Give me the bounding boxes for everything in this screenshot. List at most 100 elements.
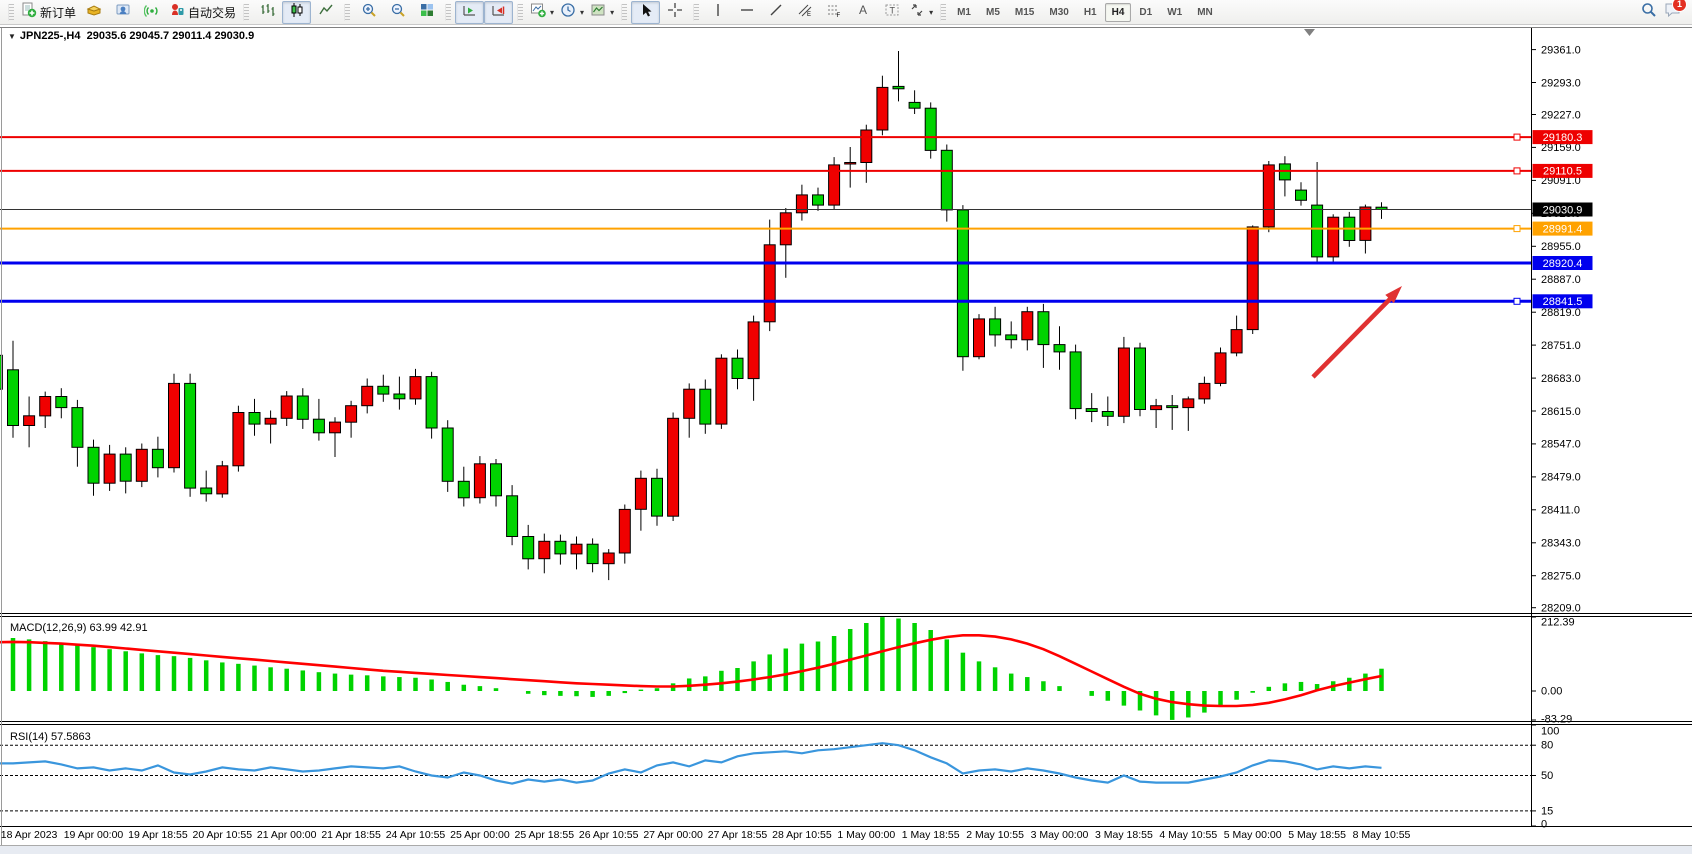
toolbar-grip[interactable] <box>693 4 699 21</box>
svg-text:F: F <box>836 13 840 18</box>
trendline-button[interactable] <box>761 1 790 24</box>
metaeditor-button[interactable] <box>79 1 108 24</box>
text-button[interactable]: A <box>848 1 877 24</box>
line-handle[interactable] <box>1514 298 1520 304</box>
price-tick-label: 28547.0 <box>1541 439 1581 451</box>
auto-scroll-button[interactable] <box>455 1 484 24</box>
rsi-scale-label: 15 <box>1541 805 1553 817</box>
price-tick-label: 28479.0 <box>1541 472 1581 484</box>
price-tick-label: 29293.0 <box>1541 77 1581 89</box>
svg-text:28991.4: 28991.4 <box>1543 223 1583 235</box>
notifications-button[interactable]: 1 <box>1663 1 1682 24</box>
timeframe-button-H1[interactable]: H1 <box>1077 3 1104 22</box>
svg-text:28920.4: 28920.4 <box>1543 258 1583 270</box>
timeframe-button-W1[interactable]: W1 <box>1160 3 1189 22</box>
candle <box>1328 214 1339 264</box>
svg-text:E: E <box>807 12 811 18</box>
timeframe-button-M30[interactable]: M30 <box>1042 3 1075 22</box>
time-axis-label: 28 Apr 10:55 <box>772 829 832 841</box>
templates-button[interactable]: ▾ <box>587 1 617 24</box>
auto-trading-button[interactable]: 自动交易 <box>166 1 239 24</box>
new-order-icon <box>21 2 37 23</box>
zoom-in-button[interactable] <box>354 1 383 24</box>
macd-scale-label: 0.00 <box>1541 686 1562 698</box>
toolbar-grip[interactable] <box>445 4 451 21</box>
rsi-scale-label: 50 <box>1541 770 1553 782</box>
price-tick-label: 28887.0 <box>1541 274 1581 286</box>
candle <box>716 354 727 429</box>
metaeditor-icon <box>86 2 102 23</box>
periods-button[interactable]: ▾ <box>557 1 587 24</box>
text-label-button[interactable]: T <box>877 1 906 24</box>
price-tick-label: 28955.0 <box>1541 241 1581 253</box>
fibonacci-button[interactable]: F <box>819 1 848 24</box>
chart-menu-icon[interactable]: ▼ <box>8 32 16 41</box>
line-handle[interactable] <box>1514 168 1520 174</box>
text-icon: A <box>855 2 871 23</box>
timeframe-button-M5[interactable]: M5 <box>979 3 1007 22</box>
timeframe-button-H4[interactable]: H4 <box>1105 3 1132 22</box>
zoom-out-button[interactable] <box>383 1 412 24</box>
equidistant-channel-button[interactable]: E <box>790 1 819 24</box>
toolbar-grip[interactable] <box>243 4 249 21</box>
timeframe-toolbar: M1M5M15M30H1H4D1W1MN <box>950 3 1220 22</box>
search-button[interactable] <box>1634 1 1663 24</box>
bar-chart-button[interactable] <box>253 1 282 24</box>
price-chart[interactable]: 29361.029293.029227.029159.029091.029023… <box>0 25 1692 854</box>
candle <box>668 413 679 522</box>
svg-text:A: A <box>859 3 867 17</box>
candlestick-chart-button[interactable] <box>282 1 311 24</box>
price-tick-label: 28751.0 <box>1541 340 1581 352</box>
toolbar-grip[interactable] <box>940 4 946 21</box>
periods-icon <box>560 2 576 23</box>
line-handle[interactable] <box>1514 134 1520 140</box>
candlestick-chart-icon <box>289 2 305 23</box>
chart-window[interactable]: 29361.029293.029227.029159.029091.029023… <box>0 25 1692 854</box>
arrows-button[interactable]: ▾ <box>906 1 936 24</box>
candle <box>442 420 453 492</box>
time-axis-label: 2 May 10:55 <box>966 829 1024 841</box>
chart-symbol: JPN225-,H4 <box>20 30 81 42</box>
line-chart-button[interactable] <box>311 1 340 24</box>
zoom-out-icon <box>390 2 406 23</box>
search-icon <box>1640 1 1657 23</box>
svg-text:29180.3: 29180.3 <box>1543 132 1583 144</box>
time-axis-label: 5 May 00:00 <box>1224 829 1282 841</box>
toolbar-grip[interactable] <box>344 4 350 21</box>
new-order-button[interactable]: 新订单 <box>18 1 79 24</box>
candle <box>233 406 244 472</box>
candle <box>169 374 180 473</box>
time-axis-label: 25 Apr 00:00 <box>450 829 510 841</box>
toolbar-grip[interactable] <box>517 4 523 21</box>
chart-shift-button[interactable] <box>484 1 513 24</box>
time-axis-label: 19 Apr 18:55 <box>128 829 188 841</box>
timeframe-button-M1[interactable]: M1 <box>950 3 978 22</box>
line-handle[interactable] <box>1514 226 1520 232</box>
toolbar-grip[interactable] <box>621 4 627 21</box>
timeframe-button-MN[interactable]: MN <box>1190 3 1220 22</box>
cursor-button[interactable] <box>631 1 660 24</box>
signals-button[interactable] <box>137 1 166 24</box>
chevron-down-icon: ▾ <box>929 8 933 17</box>
candle <box>957 205 968 371</box>
rsi-label: RSI(14) 57.5863 <box>10 731 91 743</box>
rsi-scale-label: 80 <box>1541 740 1553 752</box>
toolbar-grip[interactable] <box>8 4 14 21</box>
indicators-button[interactable]: ▾ <box>527 1 557 24</box>
time-axis-label: 4 May 10:55 <box>1159 829 1217 841</box>
chart-title: ▼JPN225-,H4 29035.6 29045.7 29011.4 2903… <box>8 30 254 42</box>
candle <box>185 374 196 497</box>
candle <box>941 145 952 222</box>
indicators-icon <box>530 2 546 23</box>
timeframe-button-D1[interactable]: D1 <box>1132 3 1159 22</box>
trendline-icon <box>768 2 784 23</box>
community-button[interactable] <box>108 1 137 24</box>
tile-windows-button[interactable] <box>412 1 441 24</box>
crosshair-button[interactable] <box>660 1 689 24</box>
time-axis-label: 5 May 18:55 <box>1288 829 1346 841</box>
timeframe-button-M15[interactable]: M15 <box>1008 3 1041 22</box>
vertical-line-button[interactable] <box>703 1 732 24</box>
chevron-down-icon: ▾ <box>580 8 584 17</box>
macd-scale-label: 212.39 <box>1541 617 1575 629</box>
horizontal-line-button[interactable] <box>732 1 761 24</box>
